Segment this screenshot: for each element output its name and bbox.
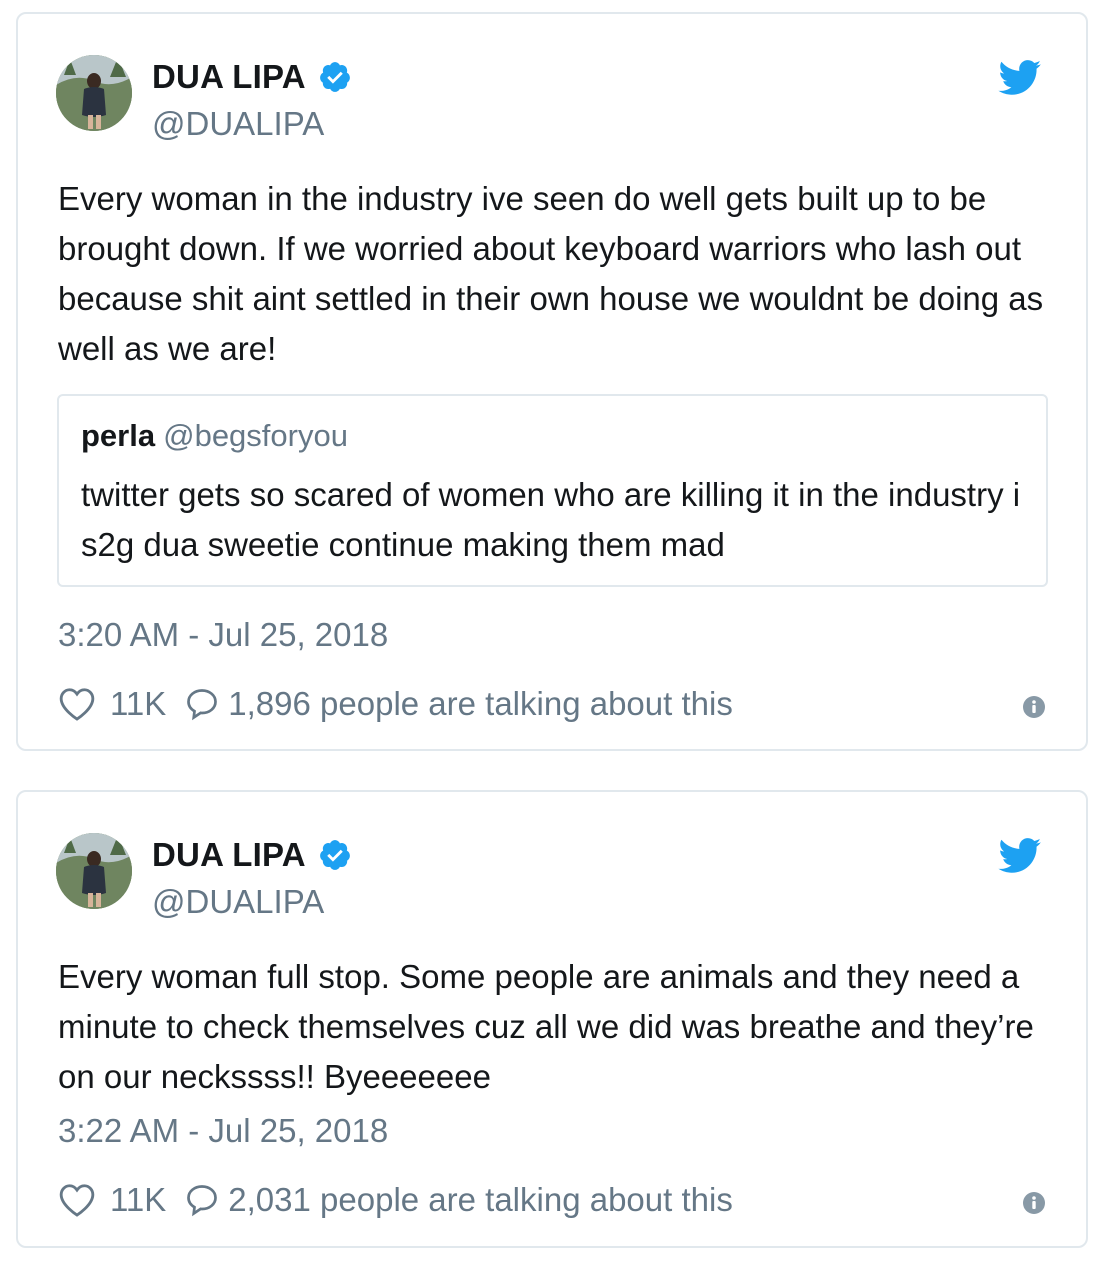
author-name[interactable]: DUA LIPA xyxy=(152,836,352,874)
like-count[interactable]: 11K xyxy=(110,685,166,723)
heart-icon[interactable] xyxy=(58,686,96,722)
author-name-label[interactable]: DUA LIPA xyxy=(152,58,306,96)
tweet-card[interactable]: DUA LIPA @DUALIPA Every woman in the ind… xyxy=(16,12,1088,751)
tweet-actions: 11K 2,031 people are talking about this xyxy=(58,1180,733,1220)
author-name-label[interactable]: DUA LIPA xyxy=(152,836,306,874)
reply-bubble-icon[interactable] xyxy=(184,1182,220,1218)
reply-bubble-icon[interactable] xyxy=(184,686,220,722)
author-handle[interactable]: @DUALIPA xyxy=(152,883,324,921)
talking-count[interactable]: 1,896 people are talking about this xyxy=(228,685,733,723)
tweet-timestamp[interactable]: 3:22 AM - Jul 25, 2018 xyxy=(58,1112,388,1150)
info-icon[interactable] xyxy=(1022,695,1046,719)
quoted-tweet-header: perla @begsforyou xyxy=(81,418,348,454)
tweet-actions: 11K 1,896 people are talking about this xyxy=(58,684,733,724)
quoted-tweet-text: twitter gets so scared of women who are … xyxy=(81,476,1021,563)
quoted-author-handle[interactable]: @begsforyou xyxy=(163,418,348,453)
twitter-bird-icon[interactable] xyxy=(998,838,1042,874)
like-count[interactable]: 11K xyxy=(110,1181,166,1219)
verified-badge-icon xyxy=(319,62,350,92)
author-name[interactable]: DUA LIPA xyxy=(152,58,352,96)
tweet-card[interactable]: DUA LIPA @DUALIPA Every woman full stop.… xyxy=(16,790,1088,1248)
author-handle[interactable]: @DUALIPA xyxy=(152,105,324,143)
tweet-timestamp[interactable]: 3:20 AM - Jul 25, 2018 xyxy=(58,616,388,654)
avatar[interactable] xyxy=(56,833,132,909)
twitter-bird-icon[interactable] xyxy=(998,60,1042,96)
quoted-author-name[interactable]: perla xyxy=(81,418,155,453)
quoted-tweet[interactable]: perla @begsforyou twitter gets so scared … xyxy=(57,394,1048,587)
talking-count[interactable]: 2,031 people are talking about this xyxy=(228,1181,733,1219)
tweet-text: Every woman full stop. Some people are a… xyxy=(58,958,1034,1095)
info-icon[interactable] xyxy=(1022,1191,1046,1215)
avatar[interactable] xyxy=(56,55,132,131)
verified-badge-icon xyxy=(319,840,350,870)
tweet-text: Every woman in the industry ive seen do … xyxy=(58,180,1044,367)
heart-icon[interactable] xyxy=(58,1182,96,1218)
